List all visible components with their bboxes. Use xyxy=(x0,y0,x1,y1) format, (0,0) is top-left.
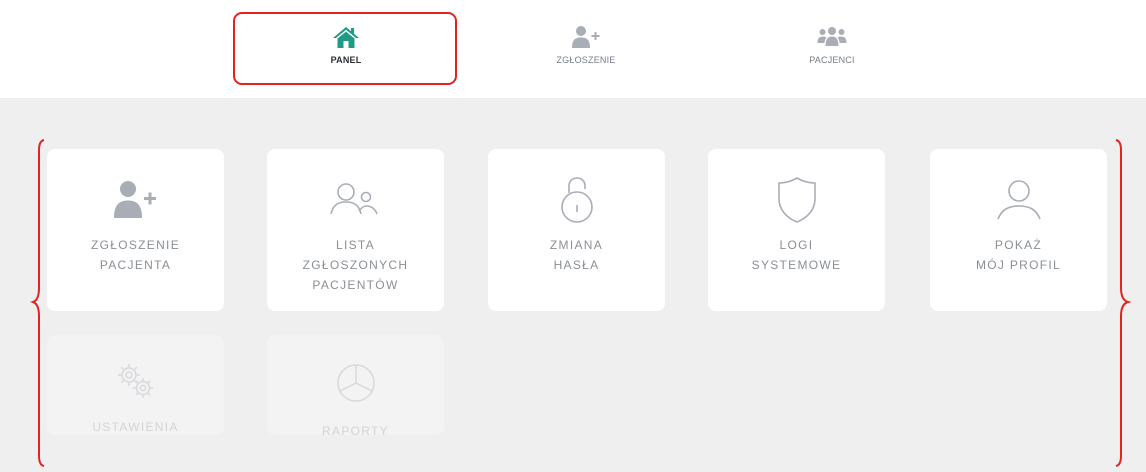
tile-zmiana-hasla[interactable]: ZMIANA HASŁA xyxy=(488,149,665,311)
tile-raporty: RAPORTY xyxy=(267,335,444,438)
tile-ustawienia: USTAWIENIA xyxy=(47,335,224,435)
add-user-icon xyxy=(113,177,159,223)
tile-zgloszenie-pacjenta[interactable]: ZGŁOSZENIE PACJENTA xyxy=(47,149,224,311)
tile-pokaz-moj-profil[interactable]: POKAŻ MÓJ PROFIL xyxy=(930,149,1107,311)
nav-tab-label: ZGŁOSZENIE xyxy=(556,55,616,65)
pie-chart-icon xyxy=(334,361,378,405)
nav-tab-label: PACJENCI xyxy=(809,55,855,65)
nav-tab-panel[interactable]: PANEL xyxy=(233,12,459,86)
right-bracket-annotation xyxy=(1115,139,1132,467)
tile-label: LOGI SYSTEMOWE xyxy=(751,238,842,272)
home-icon xyxy=(332,24,360,50)
tile-label: ZGŁOSZENIE PACJENTA xyxy=(90,238,180,272)
user-outline-icon xyxy=(994,177,1044,223)
users-outline-icon xyxy=(328,177,384,223)
add-user-icon xyxy=(571,24,601,50)
tile-lista-pacjentow[interactable]: LISTA ZGŁOSZONYCH PACJENTÓW xyxy=(267,149,444,311)
dashboard-panel: ZGŁOSZENIE PACJENTA LISTA ZGŁOSZONYCH PA… xyxy=(0,98,1146,472)
shield-icon xyxy=(776,177,818,223)
tile-logi-systemowe[interactable]: LOGI SYSTEMOWE xyxy=(708,149,885,311)
tile-label: RAPORTY xyxy=(322,424,389,438)
nav-tab-label: PANEL xyxy=(330,55,362,65)
padlock-open-icon xyxy=(557,177,597,223)
gears-icon xyxy=(114,361,158,401)
tile-label: POKAŻ MÓJ PROFIL xyxy=(975,238,1061,272)
nav-tab-pacjenci[interactable]: PACJENCI xyxy=(719,12,945,86)
tile-label: USTAWIENIA xyxy=(92,420,179,434)
tile-label: ZMIANA HASŁA xyxy=(549,238,604,272)
nav-tab-zgloszenie[interactable]: ZGŁOSZENIE xyxy=(473,12,699,86)
tile-label: LISTA ZGŁOSZONYCH PACJENTÓW xyxy=(302,238,409,292)
top-navigation: PANEL ZGŁOSZENIE PACJENCI xyxy=(0,0,1146,98)
users-group-icon xyxy=(817,24,847,50)
